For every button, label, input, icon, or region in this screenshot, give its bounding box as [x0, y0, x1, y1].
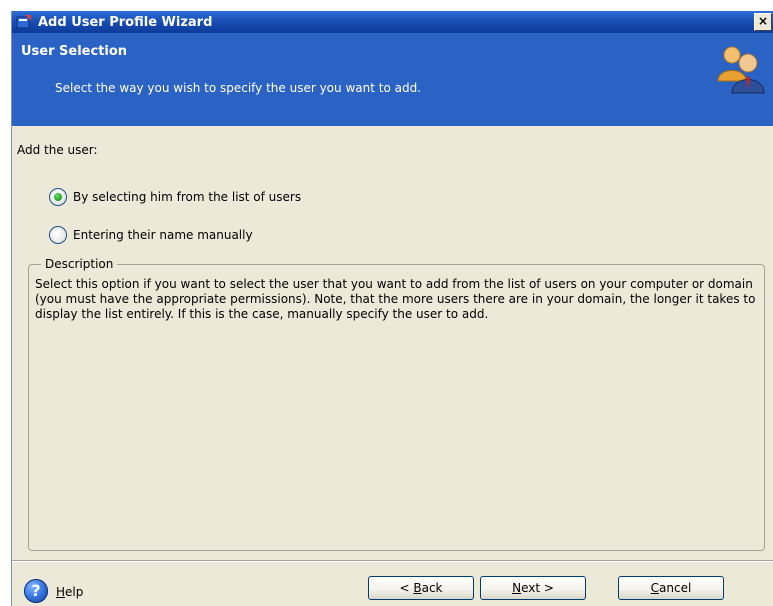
description-group: Description Select this option if you wa… — [28, 257, 765, 551]
description-text: Select this option if you want to select… — [35, 277, 756, 321]
cancel-access-key: C — [650, 581, 660, 595]
close-icon: × — [757, 14, 769, 28]
cancel-button[interactable]: Cancel — [618, 576, 724, 600]
wizard-app-icon — [16, 14, 32, 30]
radio-button-selected[interactable] — [49, 188, 67, 206]
radio-select-from-list[interactable]: By selecting him from the list of users — [49, 187, 301, 207]
next-button[interactable]: Next > — [480, 576, 586, 600]
description-legend: Description — [41, 257, 118, 271]
back-label-rest: ack — [421, 581, 443, 595]
back-button[interactable]: < Back — [368, 576, 474, 600]
wizard-header: User Selection Select the way you wish t… — [12, 33, 773, 126]
help-label-rest: elp — [65, 585, 84, 599]
help-glyph: ? — [31, 581, 41, 600]
window-title: Add User Profile Wizard — [38, 14, 213, 30]
users-icon — [712, 41, 766, 95]
radio-button[interactable] — [49, 226, 67, 244]
add-user-label: Add the user: — [17, 143, 98, 157]
help-access-key: H — [56, 585, 66, 599]
wizard-window: Add User Profile Wizard × User Selection… — [11, 11, 773, 606]
next-label-rest: ext > — [521, 581, 554, 595]
help-link[interactable]: Help — [56, 585, 83, 599]
radio-label: By selecting him from the list of users — [73, 190, 302, 204]
page-title: User Selection — [21, 44, 128, 59]
close-button[interactable]: × — [754, 13, 772, 31]
radio-label: Entering their name manually — [73, 228, 253, 242]
help-icon[interactable]: ? — [24, 579, 48, 603]
title-bar[interactable]: Add User Profile Wizard × — [12, 11, 773, 33]
footer-divider — [12, 560, 773, 562]
next-access-key: N — [512, 581, 522, 595]
back-access-key: B — [413, 581, 422, 595]
radio-enter-manually[interactable]: Entering their name manually — [49, 225, 253, 245]
cancel-label-rest: ancel — [659, 581, 692, 595]
page-subtitle: Select the way you wish to specify the u… — [55, 81, 421, 95]
back-prefix: < — [399, 581, 414, 595]
